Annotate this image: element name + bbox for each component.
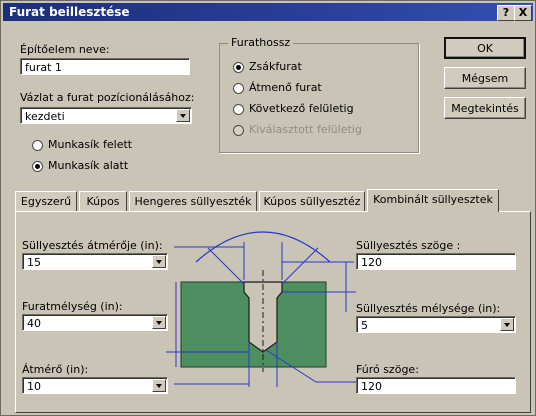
tab-cylindrical-countersink[interactable]: Hengeres süllyeszték (129, 191, 257, 211)
angle-leg-left (207, 247, 245, 285)
drill-angle-input[interactable]: 120 (356, 377, 516, 394)
radio-dot-icon (233, 61, 244, 73)
element-name-label: Építőelem neve: (20, 43, 110, 56)
diameter-label: Átmérő (in): (22, 363, 89, 376)
tab-combined-countersink[interactable]: Kombinált süllyesztek (367, 189, 499, 212)
radio-dot-icon (32, 160, 43, 172)
close-button[interactable]: X (514, 5, 532, 21)
ok-button[interactable]: OK (444, 37, 526, 59)
dialog-window: Furat beillesztése ? X Építőelem neve: f… (0, 0, 536, 416)
tab-simple[interactable]: Egyszerű (15, 191, 77, 211)
radio-dot-icon (32, 139, 43, 151)
title-bar[interactable]: Furat beillesztése ? X (3, 3, 533, 21)
radio-dot-icon (233, 124, 244, 136)
radio-above-label: Munkasík felett (48, 138, 133, 151)
tab-conical[interactable]: Kúpos (79, 191, 127, 211)
countersink-angle-label: Süllyesztés szöge : (356, 239, 461, 252)
countersink-diameter-value: 15 (27, 256, 41, 269)
countersink-diameter-select[interactable]: 15 (22, 253, 168, 270)
chevron-down-icon[interactable] (152, 316, 166, 329)
radio-above-workplane[interactable]: Munkasík felett (32, 138, 132, 151)
radio-blind-hole[interactable]: Zsákfurat (233, 60, 302, 73)
radio-dot-icon (233, 82, 244, 94)
cancel-button[interactable]: Mégsem (444, 67, 526, 89)
element-name-input[interactable]: furat 1 (20, 58, 190, 75)
tab-conical-countersink[interactable]: Kúpos süllyesztéz (259, 191, 365, 211)
radio-through-hole[interactable]: Átmenő furat (233, 81, 322, 94)
countersink-angle-input[interactable]: 120 (356, 253, 516, 270)
radio-through-label: Átmenő furat (249, 81, 322, 94)
countersink-diameter-label: Süllyesztés átmérője (in): (22, 239, 163, 252)
preview-button[interactable]: Megtekintés (444, 97, 526, 119)
radio-to-next-label: Következő felületig (249, 102, 354, 115)
radio-below-workplane[interactable]: Munkasík alatt (32, 159, 128, 172)
radio-to-selected-label: Kiválasztott felületig (249, 123, 362, 136)
chevron-down-icon[interactable] (500, 318, 514, 331)
help-button[interactable]: ? (497, 5, 515, 21)
countersink-depth-select[interactable]: 5 (356, 316, 516, 333)
radio-blind-label: Zsákfurat (249, 60, 302, 73)
chevron-down-icon[interactable] (152, 379, 166, 392)
hole-depth-group-caption: Furathossz (228, 36, 294, 49)
angle-leg-right (281, 247, 319, 285)
tab-panel: Süllyesztés átmérője (in): 15 Furatmélys… (15, 211, 531, 413)
sketch-select[interactable]: kezdeti (20, 107, 192, 124)
hole-depth-select[interactable]: 40 (22, 314, 168, 331)
chevron-down-icon[interactable] (152, 255, 166, 268)
chevron-down-icon[interactable] (176, 109, 190, 122)
diameter-value: 10 (27, 380, 41, 393)
drill-angle-label: Fúró szöge: (356, 363, 419, 376)
radio-dot-icon (233, 103, 244, 115)
diameter-select[interactable]: 10 (22, 377, 168, 394)
hole-depth-label: Furatmélység (in): (22, 300, 123, 313)
hole-depth-value: 40 (27, 317, 41, 330)
hole-depth-group: Furathossz Zsákfurat Átmenő furat Követk… (219, 36, 419, 153)
sketch-select-value: kezdeti (25, 110, 65, 123)
radio-below-label: Munkasík alatt (48, 159, 129, 172)
countersink-depth-label: Süllyesztés mélysége (in): (356, 302, 501, 315)
countersink-depth-value: 5 (361, 319, 368, 332)
radio-to-selected-face[interactable]: Kiválasztott felületig (233, 123, 362, 136)
sketch-label: Vázlat a furat pozícionálásához: (20, 91, 195, 104)
window-title: Furat beillesztése (9, 5, 130, 19)
radio-to-next-face[interactable]: Következő felületig (233, 102, 354, 115)
